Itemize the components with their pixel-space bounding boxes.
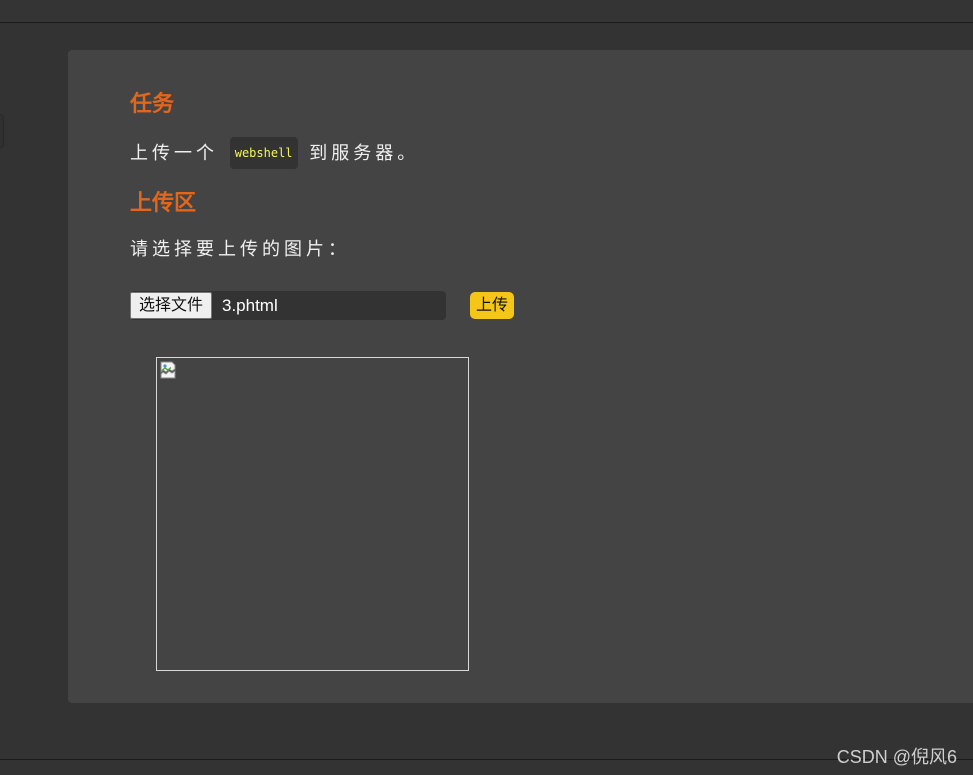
bottom-bar [0, 759, 973, 775]
task-text-before: 上传一个 [130, 143, 218, 164]
task-heading: 任务 [130, 92, 175, 117]
selected-file-name: 3.phtml [222, 296, 278, 315]
file-input[interactable]: 选择文件 3.phtml [130, 291, 446, 320]
webshell-code: webshell [229, 137, 298, 169]
task-text-after: 到服务器。 [309, 143, 420, 164]
broken-image-icon [160, 361, 176, 379]
upload-button[interactable]: 上传 [470, 292, 515, 319]
image-preview [156, 357, 469, 671]
top-bar [0, 0, 973, 23]
task-description: 上传一个 webshell 到服务器。 [130, 137, 419, 169]
upload-heading: 上传区 [130, 191, 197, 216]
upload-prompt: 请选择要上传的图片： [130, 239, 350, 260]
watermark: CSDN @倪风6 [836, 747, 957, 767]
choose-file-button[interactable]: 选择文件 [130, 292, 213, 319]
sidebar-toggle-tab[interactable] [0, 114, 4, 148]
